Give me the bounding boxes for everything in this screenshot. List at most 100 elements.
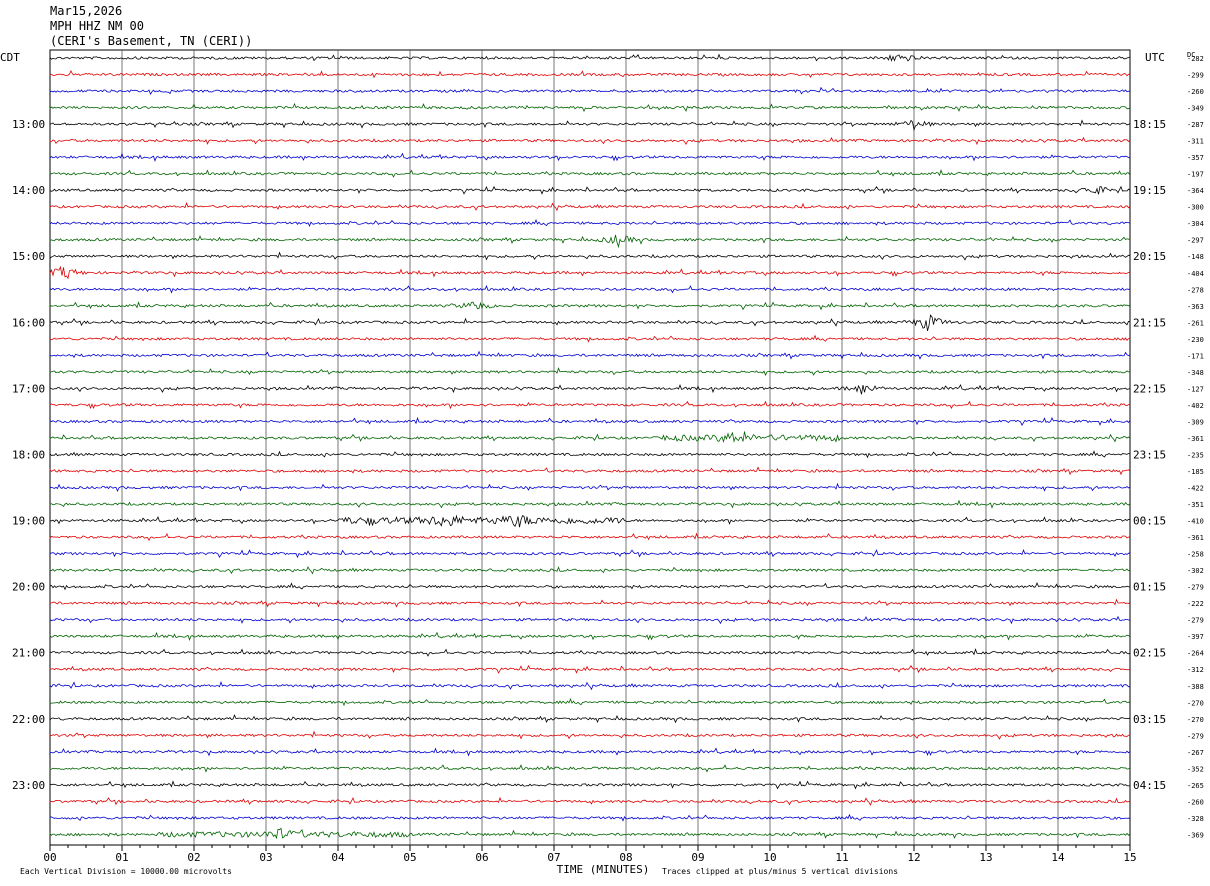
trace-row-18 bbox=[49, 350, 1131, 360]
trace-row-41 bbox=[49, 730, 1131, 740]
trace-row-14 bbox=[49, 285, 1131, 294]
dc-offset-label: -222 bbox=[1187, 600, 1204, 608]
trace-row-3 bbox=[49, 102, 1131, 113]
x-tick-label: 09 bbox=[691, 851, 704, 864]
trace-row-45 bbox=[49, 796, 1131, 806]
dc-offset-label: -270 bbox=[1187, 716, 1204, 724]
x-tick-label: 15 bbox=[1123, 851, 1136, 864]
dc-offset-label: -328 bbox=[1187, 815, 1204, 823]
right-hour-label: 02:15 bbox=[1133, 647, 1166, 660]
x-tick-label: 02 bbox=[187, 851, 200, 864]
left-hour-label: 16:00 bbox=[12, 316, 45, 329]
trace-row-27 bbox=[49, 499, 1131, 509]
trace-row-1 bbox=[49, 69, 1130, 79]
dc-offset-label: -282 bbox=[1187, 55, 1204, 63]
trace-row-42 bbox=[49, 747, 1131, 757]
trace-row-35 bbox=[49, 631, 1131, 641]
trace-row-34 bbox=[49, 615, 1131, 625]
dc-offset-label: -267 bbox=[1187, 749, 1204, 757]
right-hour-label: 18:15 bbox=[1133, 118, 1166, 131]
trace-row-24 bbox=[49, 450, 1131, 459]
dc-offset-label: -351 bbox=[1187, 501, 1204, 509]
dc-offset-label: -309 bbox=[1187, 418, 1204, 426]
trace-row-17 bbox=[49, 334, 1130, 343]
trace-row-46 bbox=[49, 813, 1131, 822]
right-hour-label: 21:15 bbox=[1133, 316, 1166, 329]
right-timezone-label: UTC bbox=[1145, 51, 1165, 64]
trace-row-36 bbox=[49, 648, 1131, 657]
left-hour-label: 13:00 bbox=[12, 118, 45, 131]
trace-row-32 bbox=[49, 581, 1131, 591]
dc-offset-label: -260 bbox=[1187, 798, 1204, 806]
trace-row-26 bbox=[49, 482, 1131, 492]
left-timezone-label: CDT bbox=[0, 51, 20, 64]
helicorder-chart: 00 01 02 03 04 05 06 07 08 09 10 11 12 13 14 15TIME (MI… bbox=[0, 49, 1204, 876]
dc-offset-label: -270 bbox=[1187, 699, 1204, 707]
trace-row-25 bbox=[49, 466, 1131, 476]
left-hour-label: 23:00 bbox=[12, 779, 45, 792]
right-hour-label: 00:15 bbox=[1133, 515, 1166, 528]
x-tick-label: 14 bbox=[1051, 851, 1065, 864]
scale-note: Each Vertical Division = 10000.00 microv… bbox=[20, 867, 232, 876]
dc-offset-label: -279 bbox=[1187, 617, 1204, 625]
trace-row-4 bbox=[49, 119, 1131, 132]
dc-offset-label: -410 bbox=[1187, 518, 1204, 526]
dc-offset-label: -357 bbox=[1187, 154, 1204, 162]
dc-offset-label: -404 bbox=[1187, 270, 1204, 278]
trace-row-0 bbox=[49, 53, 1131, 62]
left-hour-label: 21:00 bbox=[12, 647, 45, 660]
trace-row-20 bbox=[49, 383, 1131, 395]
dc-offset-label: -363 bbox=[1187, 303, 1204, 311]
trace-row-40 bbox=[49, 714, 1131, 724]
dc-offset-label: -230 bbox=[1187, 336, 1204, 344]
trace-row-11 bbox=[49, 234, 1131, 249]
dc-offset-label: -352 bbox=[1187, 765, 1204, 773]
right-hour-label: 03:15 bbox=[1133, 713, 1166, 726]
dc-offset-label: -287 bbox=[1187, 121, 1204, 129]
dc-offset-label: -361 bbox=[1187, 435, 1204, 443]
trace-row-22 bbox=[49, 416, 1131, 426]
dc-offset-label: -279 bbox=[1187, 584, 1204, 592]
dc-offset-label: -261 bbox=[1187, 319, 1204, 327]
left-hour-label: 20:00 bbox=[12, 581, 45, 594]
left-hour-label: 18:00 bbox=[12, 448, 45, 461]
dc-offset-label: -297 bbox=[1187, 237, 1204, 245]
dc-offset-label: -348 bbox=[1187, 369, 1204, 377]
trace-row-28 bbox=[49, 514, 1131, 528]
dc-offset-label: -397 bbox=[1187, 633, 1204, 641]
trace-row-2 bbox=[49, 86, 1131, 95]
dc-offset-label: -388 bbox=[1187, 683, 1204, 691]
trace-row-30 bbox=[49, 548, 1131, 559]
dc-offset-label: -312 bbox=[1187, 666, 1204, 674]
dc-offset-label: -279 bbox=[1187, 732, 1204, 740]
left-hour-label: 17:00 bbox=[12, 382, 45, 395]
x-tick-label: 05 bbox=[403, 851, 416, 864]
trace-row-5 bbox=[49, 136, 1131, 146]
right-hour-label: 23:15 bbox=[1133, 448, 1166, 461]
plot-frame bbox=[49, 49, 1131, 846]
dc-offset-label: -127 bbox=[1187, 385, 1204, 393]
dc-offset-label: -278 bbox=[1187, 286, 1204, 294]
dc-offset-label: -148 bbox=[1187, 253, 1204, 261]
right-hour-label: 04:15 bbox=[1133, 779, 1166, 792]
trace-row-9 bbox=[49, 201, 1131, 212]
dc-offset-label: -402 bbox=[1187, 402, 1204, 410]
x-tick-label: 00 bbox=[43, 851, 56, 864]
trace-row-29 bbox=[49, 532, 1131, 542]
dc-offset-label: -364 bbox=[1187, 187, 1204, 195]
x-tick-label: 10 bbox=[763, 851, 776, 864]
left-hour-label: 14:00 bbox=[12, 184, 45, 197]
trace-row-31 bbox=[49, 566, 1131, 575]
trace-row-10 bbox=[49, 219, 1131, 228]
trace-row-47 bbox=[49, 827, 1131, 840]
x-tick-label: 01 bbox=[115, 851, 128, 864]
x-tick-label: 03 bbox=[259, 851, 272, 864]
dc-offset-label: -258 bbox=[1187, 551, 1204, 559]
trace-row-37 bbox=[49, 664, 1131, 674]
dc-offset-label: -197 bbox=[1187, 171, 1204, 179]
dc-offset-label: -311 bbox=[1187, 138, 1204, 146]
trace-row-16 bbox=[49, 314, 1131, 332]
trace-row-38 bbox=[49, 681, 1131, 691]
trace-row-7 bbox=[49, 169, 1131, 178]
dc-offset-label: -260 bbox=[1187, 88, 1204, 96]
